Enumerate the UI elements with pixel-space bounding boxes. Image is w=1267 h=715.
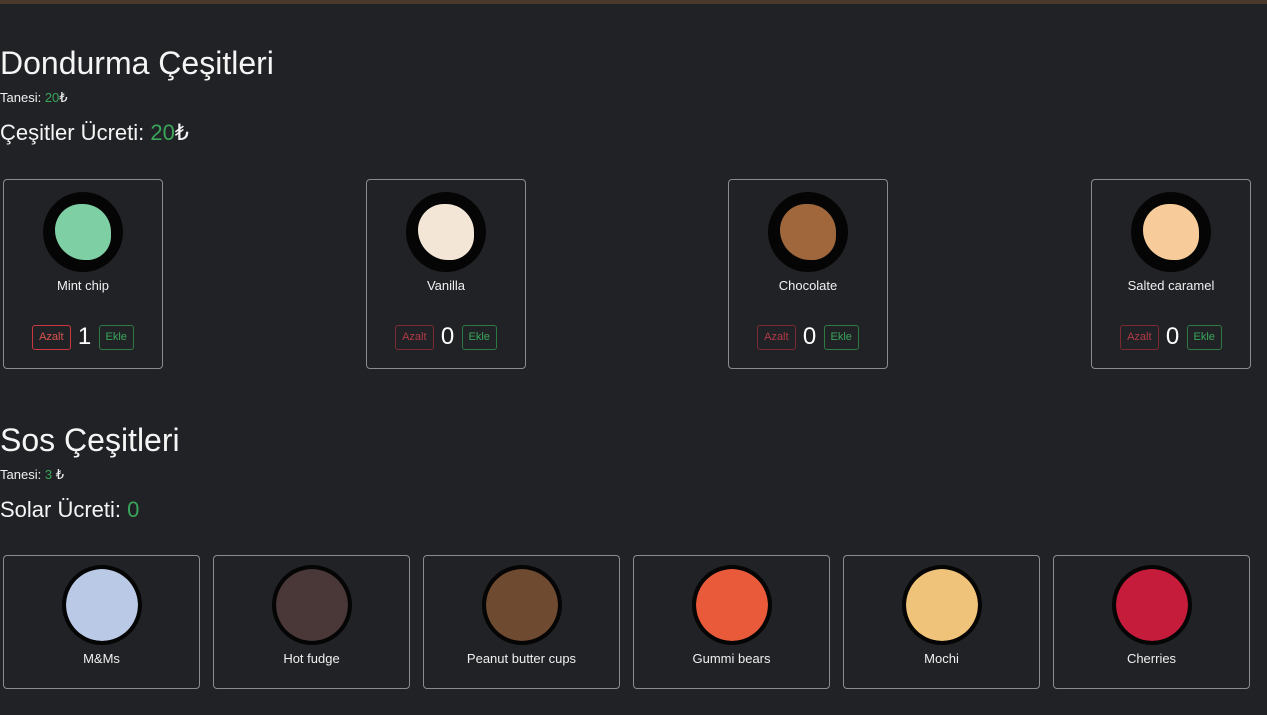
- sauce-card-cherries[interactable]: Cherries: [1053, 555, 1250, 689]
- ice-total-value: 20: [150, 120, 175, 145]
- sauce-name: Mochi: [924, 651, 959, 666]
- ice-card-vanilla: Vanilla Azalt 0 Ekle: [366, 179, 526, 369]
- sauce-image: [1112, 565, 1192, 645]
- sauce-card-mms[interactable]: M&Ms: [3, 555, 200, 689]
- ice-unit-value: 20: [44, 90, 60, 105]
- sauce-image: [482, 565, 562, 645]
- decrease-button[interactable]: Azalt: [757, 324, 796, 350]
- sauce-unit-value: 3: [44, 467, 53, 482]
- ice-card-mint-chip: Mint chip Azalt 1 Ekle: [3, 179, 163, 369]
- ice-section-title: Dondurma Çeşitleri: [0, 45, 274, 81]
- sauce-image: [902, 565, 982, 645]
- add-button[interactable]: Ekle: [1186, 324, 1222, 350]
- add-button[interactable]: Ekle: [98, 324, 134, 350]
- ice-unit-currency: ₺: [59, 90, 68, 105]
- quantity: 1: [77, 323, 92, 350]
- ice-cream-image: [1131, 192, 1211, 272]
- decrease-button[interactable]: Azalt: [1120, 324, 1159, 350]
- sauce-unit-label: Tanesi:: [0, 467, 42, 482]
- ice-name: Salted caramel: [1127, 278, 1215, 293]
- sauce-card-gummi-bears[interactable]: Gummi bears: [633, 555, 830, 689]
- ice-cream-image: [768, 192, 848, 272]
- ice-total-label: Çeşitler Ücreti:: [0, 120, 145, 145]
- quantity: 0: [1165, 323, 1180, 350]
- top-bar: [0, 0, 1267, 4]
- sauce-total-value: 0: [127, 497, 140, 522]
- ice-name: Mint chip: [56, 278, 110, 293]
- sauce-name: Gummi bears: [692, 651, 771, 666]
- add-button[interactable]: Ekle: [461, 324, 497, 350]
- sauce-name: Cherries: [1126, 651, 1177, 666]
- ice-card-chocolate: Chocolate Azalt 0 Ekle: [728, 179, 888, 369]
- sauce-unit-currency: ₺: [55, 467, 64, 482]
- ice-card-salted-caramel: Salted caramel Azalt 0 Ekle: [1091, 179, 1251, 369]
- ice-total: Çeşitler Ücreti: 20₺: [0, 120, 189, 146]
- sauce-image: [692, 565, 772, 645]
- decrease-button[interactable]: Azalt: [32, 324, 71, 350]
- sauce-unit-price: Tanesi: 3 ₺: [0, 467, 64, 483]
- sauce-total: Solar Ücreti: 0: [0, 497, 139, 523]
- sauce-name: Peanut butter cups: [466, 651, 577, 666]
- quantity: 0: [440, 323, 455, 350]
- add-button[interactable]: Ekle: [823, 324, 859, 350]
- sauce-name: Hot fudge: [283, 651, 340, 666]
- sauce-total-label: Solar Ücreti:: [0, 497, 122, 522]
- ice-cream-image: [406, 192, 486, 272]
- ice-cream-image: [43, 192, 123, 272]
- sauce-card-mochi[interactable]: Mochi: [843, 555, 1040, 689]
- ice-name: Chocolate: [778, 278, 838, 293]
- ice-unit-price: Tanesi: 20₺: [0, 90, 68, 106]
- ice-unit-label: Tanesi:: [0, 90, 42, 105]
- decrease-button[interactable]: Azalt: [395, 324, 434, 350]
- ice-total-currency: ₺: [174, 120, 189, 145]
- sauce-image: [272, 565, 352, 645]
- sauce-card-hot-fudge[interactable]: Hot fudge: [213, 555, 410, 689]
- sauce-section-title: Sos Çeşitleri: [0, 422, 180, 458]
- quantity: 0: [802, 323, 817, 350]
- sauce-image: [62, 565, 142, 645]
- ice-name: Vanilla: [426, 278, 466, 293]
- sauce-name: M&Ms: [83, 651, 120, 666]
- sauce-card-peanut-butter-cups[interactable]: Peanut butter cups: [423, 555, 620, 689]
